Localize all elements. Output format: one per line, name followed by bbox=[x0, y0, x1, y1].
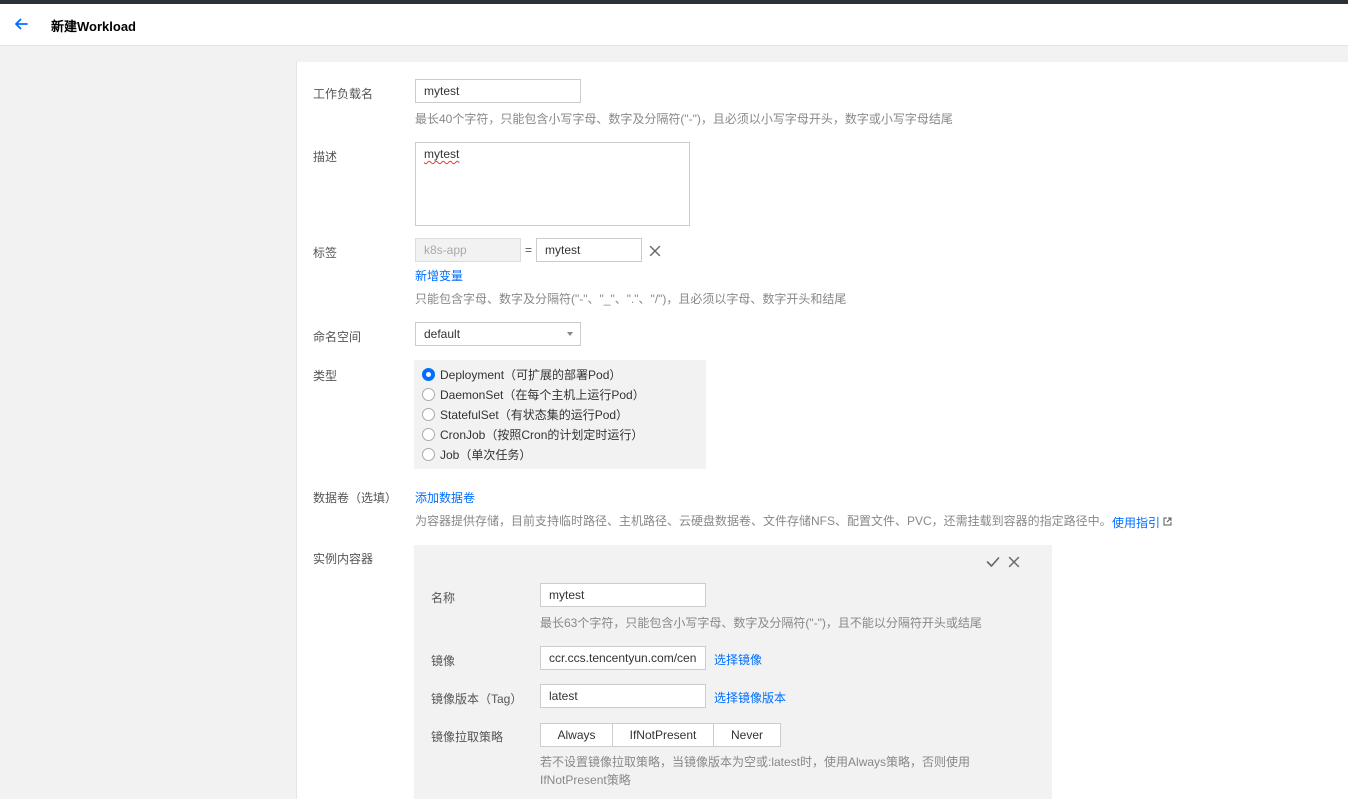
workload-name-hint: 最长40个字符，只能包含小写字母、数字及分隔符("-")，且必须以小写字母开头，… bbox=[415, 112, 953, 126]
type-option-job[interactable]: Job（单次任务） bbox=[422, 445, 531, 463]
pull-policy-hint-line2: IfNotPresent策略 bbox=[540, 773, 631, 787]
pull-policy-label: 镜像拉取策略 bbox=[431, 730, 504, 744]
containers-label: 实例内容器 bbox=[313, 552, 374, 566]
description-textarea[interactable]: mytest bbox=[415, 142, 690, 226]
add-variable-link[interactable]: 新增变量 bbox=[415, 267, 463, 284]
label-key-input: k8s-app bbox=[415, 238, 521, 262]
type-option-cronjob[interactable]: CronJob（按照Cron的计划定时运行） bbox=[422, 425, 643, 443]
pull-policy-hint-line1: 若不设置镜像拉取策略，当镜像版本为空或:latest时，使用Always策略，否… bbox=[540, 755, 971, 769]
type-option-deployment[interactable]: Deployment（可扩展的部署Pod） bbox=[422, 365, 621, 383]
remove-label-icon[interactable] bbox=[649, 245, 661, 257]
type-option-statefulset[interactable]: StatefulSet（有状态集的运行Pod） bbox=[422, 405, 628, 423]
labels-hint: 只能包含字母、数字及分隔符("-"、"_"、"."、"/")，且必须以字母、数字… bbox=[415, 292, 847, 306]
radio-unchecked-icon[interactable] bbox=[422, 407, 435, 421]
radio-unchecked-icon[interactable] bbox=[422, 427, 435, 441]
close-container-icon[interactable] bbox=[1008, 556, 1020, 568]
type-radio-group: Deployment（可扩展的部署Pod） DaemonSet（在每个主机上运行… bbox=[414, 360, 706, 469]
caret-down-icon bbox=[567, 332, 573, 336]
image-tag-input[interactable]: latest bbox=[540, 684, 706, 708]
select-image-tag-link[interactable]: 选择镜像版本 bbox=[714, 689, 786, 706]
label-equals-sign: = bbox=[525, 243, 533, 257]
page-title: 新建Workload bbox=[51, 19, 136, 34]
namespace-label: 命名空间 bbox=[313, 330, 362, 344]
page-header: 新建Workload bbox=[0, 4, 1348, 46]
type-option-label: Job（单次任务） bbox=[440, 447, 532, 462]
labels-label: 标签 bbox=[313, 246, 338, 260]
container-name-input[interactable]: mytest bbox=[540, 583, 706, 607]
radio-unchecked-icon[interactable] bbox=[422, 447, 435, 461]
radio-unchecked-icon[interactable] bbox=[422, 387, 435, 401]
pull-policy-always[interactable]: Always bbox=[541, 724, 613, 746]
type-label: 类型 bbox=[313, 369, 338, 383]
type-option-label: Deployment（可扩展的部署Pod） bbox=[440, 367, 622, 382]
workload-name-input[interactable]: mytest bbox=[415, 79, 581, 103]
type-option-label: CronJob（按照Cron的计划定时运行） bbox=[440, 427, 644, 442]
volume-label: 数据卷（选填） bbox=[313, 491, 398, 505]
back-arrow-icon[interactable] bbox=[12, 15, 30, 33]
pull-policy-segmented: Always IfNotPresent Never bbox=[540, 723, 781, 747]
type-option-label: DaemonSet（在每个主机上运行Pod） bbox=[440, 387, 645, 402]
description-text: mytest bbox=[424, 147, 460, 161]
namespace-value: default bbox=[424, 327, 461, 341]
container-name-label: 名称 bbox=[431, 591, 456, 605]
image-input[interactable]: ccr.ccs.tencentyun.com/cen bbox=[540, 646, 706, 670]
namespace-select[interactable]: default bbox=[415, 322, 581, 346]
external-link-icon[interactable] bbox=[1163, 517, 1172, 526]
usage-guide-link[interactable]: 使用指引 bbox=[1112, 514, 1160, 531]
container-name-hint: 最长63个字符，只能包含小写字母、数字及分隔符("-")，且不能以分隔符开头或结… bbox=[540, 616, 982, 630]
workload-name-label: 工作负载名 bbox=[313, 87, 374, 101]
type-option-daemonset[interactable]: DaemonSet（在每个主机上运行Pod） bbox=[422, 385, 645, 403]
select-image-link[interactable]: 选择镜像 bbox=[714, 651, 762, 668]
description-label: 描述 bbox=[313, 150, 338, 164]
image-label: 镜像 bbox=[431, 654, 456, 668]
volume-hint: 为容器提供存储，目前支持临时路径、主机路径、云硬盘数据卷、文件存储NFS、配置文… bbox=[415, 514, 1112, 528]
pull-policy-ifnotpresent[interactable]: IfNotPresent bbox=[613, 724, 714, 746]
image-tag-label: 镜像版本（Tag） bbox=[431, 692, 523, 706]
label-value-input[interactable]: mytest bbox=[536, 238, 642, 262]
type-option-label: StatefulSet（有状态集的运行Pod） bbox=[440, 407, 629, 422]
add-volume-link[interactable]: 添加数据卷 bbox=[415, 489, 475, 506]
radio-checked-icon[interactable] bbox=[422, 367, 435, 381]
pull-policy-never[interactable]: Never bbox=[714, 724, 780, 746]
confirm-check-icon[interactable] bbox=[986, 556, 1000, 568]
